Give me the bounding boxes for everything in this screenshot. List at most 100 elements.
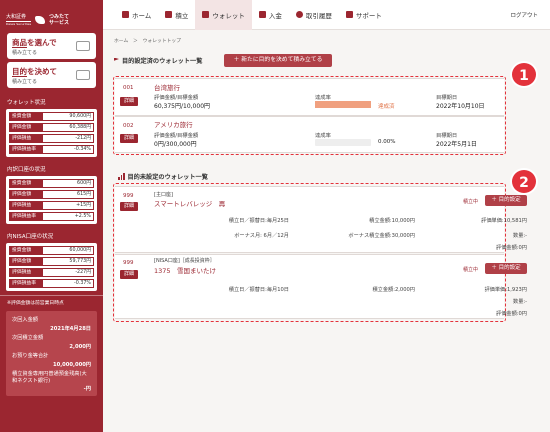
- flag-icon: [114, 57, 119, 61]
- next-accum-label: 次回積立金額: [12, 335, 44, 341]
- stat-label: 評価金額: [9, 123, 42, 132]
- quantity: 数量:-: [513, 233, 527, 239]
- rate-label: 達成率: [315, 95, 331, 101]
- wallet-name[interactable]: アメリカ旅行: [154, 119, 193, 129]
- wallet-number: 999: [123, 260, 134, 266]
- nav-accumulate[interactable]: 積立: [158, 0, 195, 30]
- stat-value: 90,600円: [42, 112, 94, 121]
- support-icon: [345, 11, 353, 18]
- button-title-keyword: 商品: [12, 38, 27, 48]
- nav-wallet[interactable]: ウォレット: [195, 0, 252, 30]
- wallet-name[interactable]: 台湾旅行: [154, 82, 180, 92]
- stat-value: -0.34%: [42, 145, 94, 154]
- history-icon: [295, 11, 303, 18]
- amount-label: 評価金額/目標金額: [154, 95, 199, 101]
- logout-link[interactable]: ログアウト: [510, 11, 538, 19]
- nisa-status-panel: 投資金額 60,000円 評価金額 59,773円 評価損益 -227円 評価損益率 -…: [6, 243, 97, 291]
- progress-fill: [315, 101, 371, 108]
- stat-value: 615円: [42, 190, 94, 199]
- home-icon: [122, 11, 129, 18]
- stat-value: 60,000円: [42, 246, 94, 255]
- chart-icon: [118, 173, 125, 180]
- stat-row: 評価金額 59,773円: [9, 257, 94, 266]
- stat-label: 評価損益: [9, 134, 42, 143]
- reserve-value: -円: [83, 386, 91, 392]
- set-goal-button[interactable]: ＋ 目的設定: [485, 263, 527, 274]
- stat-value: -212円: [42, 134, 94, 143]
- detail-button[interactable]: 詳細: [120, 270, 138, 279]
- stat-row: 評価損益率 +2.5%: [9, 212, 94, 221]
- wallet-card-unset-1[interactable]: [115, 186, 504, 253]
- stat-row: 投資金額 600円: [9, 179, 94, 188]
- nav-home[interactable]: ホーム: [115, 0, 158, 30]
- status-label: 積立中: [463, 267, 479, 273]
- rate-label: 達成率: [315, 133, 331, 139]
- stat-row: 評価損益 -227円: [9, 268, 94, 277]
- nav-deposit[interactable]: 入金: [252, 0, 289, 30]
- date-label: 目標期日: [436, 133, 458, 139]
- breadcrumb[interactable]: ホーム ＞ ウォレットトップ: [114, 37, 181, 44]
- stat-label: 投資金額: [9, 179, 42, 188]
- button-title: を決めて: [27, 67, 57, 76]
- detail-button[interactable]: 詳細: [120, 134, 138, 143]
- wallet-status-heading: ウォレット状況: [7, 100, 46, 106]
- stat-row: 投資金額 60,000円: [9, 246, 94, 255]
- nav-label: 入金: [268, 11, 282, 20]
- nav-support[interactable]: サポート: [339, 0, 389, 30]
- logo-text: 大和証券: [6, 14, 32, 22]
- detail-button[interactable]: 詳細: [120, 202, 138, 211]
- progress-bar: [315, 139, 371, 146]
- unit-price: 評価単価:10,581円: [481, 218, 527, 224]
- stat-label: 評価金額: [9, 257, 42, 266]
- fund-name[interactable]: スマートレバレッジ 再: [154, 198, 225, 208]
- accum-amount: 積立金額:10,000円: [369, 218, 415, 224]
- stat-row: 評価損益 -212円: [9, 134, 94, 143]
- section-title-text: 目的設定済のウォレット一覧: [122, 58, 203, 65]
- cart-icon: [76, 41, 90, 51]
- top-nav: ホーム 積立 ウォレット 入金 取引履歴 サポート ログアウト: [103, 0, 550, 30]
- reserve-label: 積立資金専用円普通預金残高(大和ネクスト銀行): [12, 371, 87, 384]
- wallet-number: 999: [123, 193, 134, 199]
- nav-label: ホーム: [132, 11, 152, 20]
- nav-history[interactable]: 取引履歴: [289, 0, 339, 30]
- nav-label: ウォレット: [212, 11, 245, 20]
- stat-row: 評価損益 +15円: [9, 201, 94, 210]
- next-deposit-date: 2021年4月28日: [50, 326, 91, 332]
- stat-value: 60,388円: [42, 123, 94, 132]
- set-goal-button[interactable]: ＋ 目的設定: [485, 195, 527, 206]
- section-title-text: 目的未設定のウォレット一覧: [127, 174, 208, 181]
- deposit-icon: [258, 11, 266, 18]
- wallet-status-panel: 投資金額 90,600円 評価金額 60,388円 評価損益 -212円 評価損益率 -…: [6, 109, 97, 157]
- nav-label: 積立: [175, 11, 189, 20]
- valuation: 評価金額:0円: [496, 311, 527, 317]
- stat-row: 投資金額 90,600円: [9, 112, 94, 121]
- chart-icon: [165, 11, 173, 18]
- wallet-icon: [202, 11, 210, 18]
- set-section-title: 目的設定済のウォレット一覧: [114, 56, 202, 65]
- fund-name[interactable]: 1375 雪国まいたけ: [154, 265, 216, 275]
- stat-value: -227円: [42, 268, 94, 277]
- stat-label: 評価金額: [9, 190, 42, 199]
- new-goal-button[interactable]: ＋ 新たに目的を決めて積み立てる: [224, 54, 332, 67]
- service-name-2: サービス: [49, 19, 70, 26]
- button-title: を選んで: [27, 38, 57, 47]
- stat-label: 投資金額: [9, 112, 42, 121]
- stat-label: 評価損益率: [9, 279, 42, 288]
- stat-row: 評価金額 60,388円: [9, 123, 94, 132]
- tsumitate-logo-icon: [35, 15, 46, 24]
- bonus-amount: ボーナス積立金額:30,000円: [348, 233, 415, 239]
- date-value: 2022年5月1日: [436, 141, 477, 148]
- progress-bar: [315, 101, 371, 108]
- choose-product-button[interactable]: 商品を選んで 積み立てる: [7, 33, 96, 59]
- account-type: [主口座]: [154, 192, 173, 198]
- flag-icon: [76, 70, 90, 80]
- amount-value: 60,375円/10,000円: [154, 103, 211, 110]
- logo[interactable]: 大和証券 Daiwa Securities つみたて サービス: [0, 0, 103, 30]
- stat-label: 評価損益: [9, 201, 42, 210]
- stat-row: 評価損益率 -0.34%: [9, 145, 94, 154]
- cash-panel: 次回入金額 2021年4月28日 次回積立金額 2,000円 お預り金等合計 1…: [6, 311, 97, 396]
- next-deposit-label: 次回入金額: [12, 317, 38, 323]
- logo-subtext: Daiwa Securities: [6, 21, 32, 26]
- detail-button[interactable]: 詳細: [120, 97, 138, 106]
- choose-goal-button[interactable]: 目的を決めて 積み立てる: [7, 62, 96, 88]
